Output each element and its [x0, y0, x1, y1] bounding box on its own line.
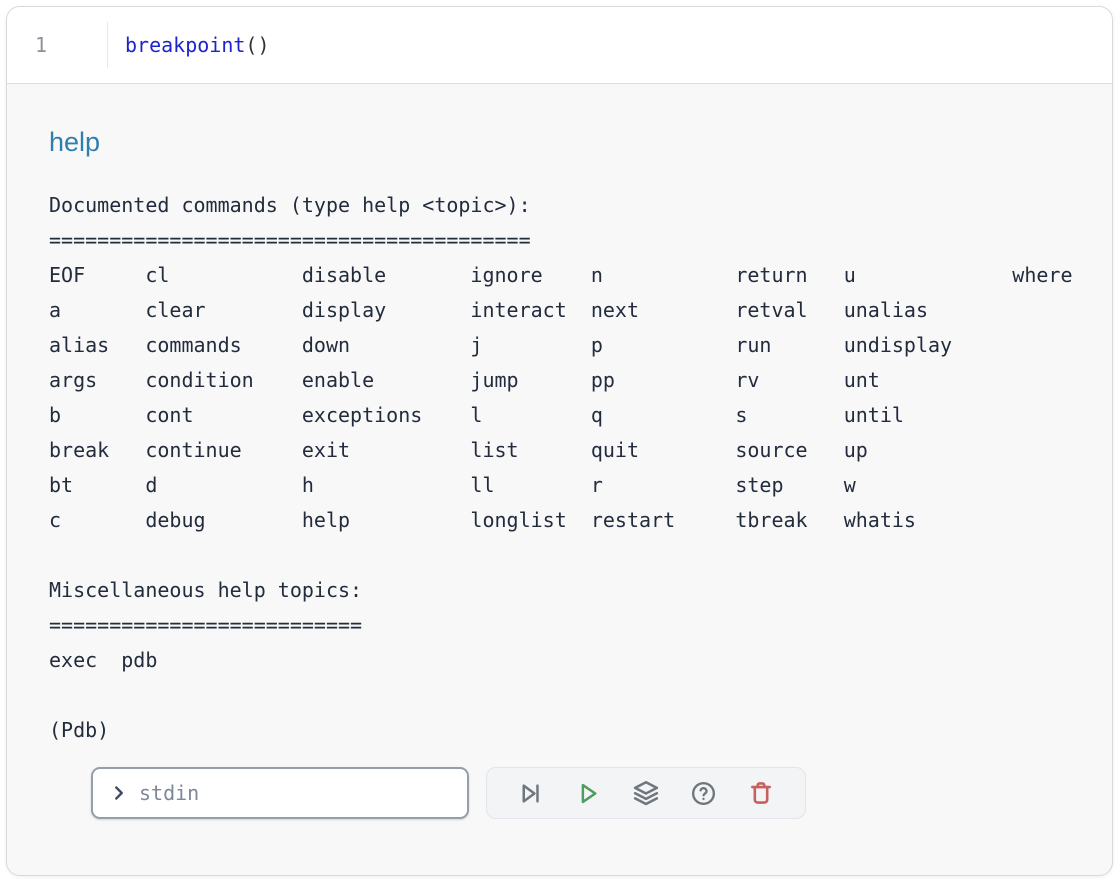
gutter-divider — [107, 22, 108, 68]
console-output-line: args condition enable jump pp rv unt — [49, 363, 1082, 398]
line-number: 1 — [35, 33, 47, 57]
console-panel: help Documented commands (type help <top… — [7, 126, 1112, 819]
stack-button[interactable] — [626, 773, 666, 813]
help-circle-icon — [690, 780, 717, 807]
code-token-function: breakpoint — [125, 33, 245, 57]
code-token-parens: () — [245, 33, 269, 57]
code-editor-line[interactable]: breakpoint() — [125, 33, 270, 57]
console-output-line: break continue exit list quit source up — [49, 433, 1082, 468]
console-output-line: a clear display interact next retval una… — [49, 293, 1082, 328]
play-icon — [575, 780, 602, 807]
console-output-line: b cont exceptions l q s until — [49, 398, 1082, 433]
console-output-line: ========================== — [49, 608, 1082, 643]
console-output-line: alias commands down j p run undisplay — [49, 328, 1082, 363]
console-output-line: exec pdb — [49, 643, 1082, 678]
console-echoed-command: help — [49, 126, 1082, 158]
stdin-box[interactable] — [91, 767, 469, 819]
console-output-line: Miscellaneous help topics: — [49, 573, 1082, 608]
console-footer — [91, 767, 1082, 819]
console-output-line: Documented commands (type help <topic>): — [49, 188, 1082, 223]
run-button[interactable] — [568, 773, 608, 813]
clear-button[interactable] — [741, 773, 781, 813]
console-output-line — [49, 678, 1082, 713]
skip-forward-icon — [517, 780, 544, 807]
console-output-line: (Pdb) — [49, 713, 1082, 748]
step-button[interactable] — [511, 773, 551, 813]
toolbar — [486, 767, 806, 819]
console-output-line: ======================================== — [49, 223, 1082, 258]
code-editor-bar: 1 breakpoint() — [7, 7, 1112, 84]
layers-icon — [632, 779, 660, 807]
help-button[interactable] — [684, 773, 724, 813]
console-output-line: EOF cl disable ignore n return u where — [49, 258, 1082, 293]
prompt-chevron-icon — [108, 782, 130, 804]
line-number-gutter: 1 — [7, 33, 107, 57]
console-output-line: c debug help longlist restart tbreak wha… — [49, 503, 1082, 538]
playground-card: 1 breakpoint() help Documented commands … — [6, 6, 1113, 876]
stdin-input[interactable] — [139, 781, 455, 805]
console-output-line: bt d h ll r step w — [49, 468, 1082, 503]
console-output-line — [49, 538, 1082, 573]
console-output: Documented commands (type help <topic>):… — [49, 188, 1082, 748]
trash-icon — [748, 780, 774, 806]
